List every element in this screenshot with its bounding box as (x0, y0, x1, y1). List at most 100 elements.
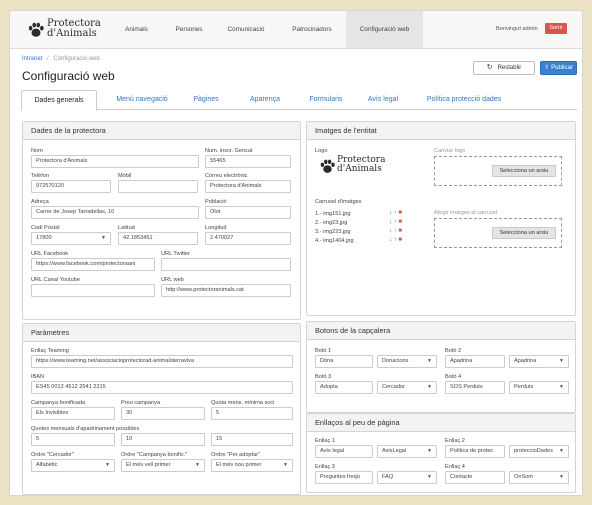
carousel-item: 3.- img223.jpg (315, 229, 351, 235)
trash-icon[interactable]: ■ (398, 219, 402, 225)
boto3-target-select[interactable]: Cercador ▼ (377, 381, 437, 394)
telefon-input[interactable]: 972570120 (31, 180, 111, 193)
boto2-text-input[interactable]: Apadrina (445, 355, 505, 368)
enllac3-text-input[interactable]: Preguntes freqü (315, 471, 373, 484)
quota-option-input[interactable]: 5 (31, 433, 115, 446)
logo-dropzone[interactable]: Selecciona un arxiu (434, 156, 562, 186)
nav-persones[interactable]: Persones (164, 11, 214, 48)
refresh-icon: ↻ (486, 64, 493, 71)
quota-option-input[interactable]: 10 (121, 433, 205, 446)
email-input[interactable]: Protectora d'Animals (205, 180, 291, 193)
panel-enllacos-peu: Enllaços al peu de pàgina Enllaç 1 Avís … (306, 413, 576, 493)
tab-aparenca[interactable]: Aparença (243, 90, 287, 111)
mobil-input[interactable] (118, 180, 198, 193)
nav-animals[interactable]: Animals (109, 11, 164, 48)
ordre-campanya-select[interactable]: El més vell primer ▼ (121, 459, 205, 472)
boto1-label: Botó 1 (315, 348, 332, 354)
longitud-input[interactable]: 2.470027 (205, 232, 291, 245)
enllac4-text-input[interactable]: Contacte (445, 471, 505, 484)
codi-postal-select[interactable]: 17800 ▼ (31, 232, 111, 245)
boto4-text-input[interactable]: SOS Perduts (445, 381, 505, 394)
facebook-input[interactable]: https://www.facebook.com/protectoraani (31, 258, 155, 271)
caret-down-icon: ▼ (105, 462, 110, 468)
nav-configuracio-web[interactable]: Configuració web (346, 11, 423, 48)
move-up-icon[interactable]: ↑ (394, 219, 397, 225)
campanya-input[interactable]: Els Invisibles (31, 407, 115, 420)
enllac2-text-input[interactable]: Política de protec (445, 445, 505, 458)
enllac2-target-select[interactable]: proteccioDades ▼ (509, 445, 569, 458)
caret-down-icon: ▼ (427, 384, 432, 390)
boto1-target-select[interactable]: Donacions ▼ (377, 355, 437, 368)
carousel-dropzone[interactable]: Selecciona un arxiu (434, 218, 562, 248)
caret-down-icon: ▼ (559, 448, 564, 454)
web-input[interactable]: http://www.protectoranimals.cat (161, 284, 291, 297)
caret-down-icon: ▼ (195, 462, 200, 468)
quota-option-input[interactable]: 15 (211, 433, 293, 446)
enllac4-label: Enllaç 4 (445, 464, 465, 470)
move-down-icon[interactable]: ↓ (389, 210, 392, 216)
boto3-text-input[interactable]: Adopta (315, 381, 373, 394)
iban-input[interactable]: ES45 0012 4512 2541 2315 (31, 381, 293, 394)
breadcrumb: Intranet / Configuració web (22, 56, 100, 62)
carousel-item: 2.- img23.jpg (315, 220, 348, 226)
welcome-text: Benvingut admin (496, 26, 538, 32)
campanya-label: Campanya bonificada (31, 400, 86, 406)
tab-menu-navegacio[interactable]: Menú navegació (107, 90, 177, 111)
ordre-cercador-select[interactable]: Alfabètic ▼ (31, 459, 115, 472)
tab-pagines[interactable]: Pàgines (186, 90, 226, 111)
boto3-target-value: Cercador (382, 384, 406, 390)
poblacio-label: Població (205, 199, 227, 205)
ordre-adoptar-select[interactable]: El més nou primer ▼ (211, 459, 293, 472)
move-down-icon[interactable]: ↓ (389, 228, 392, 234)
panel-parametres: Paràmetres Enllaç Teaming https://www.te… (22, 323, 301, 495)
poblacio-input[interactable]: Olot (205, 206, 291, 219)
boto1-text-input[interactable]: Dóna (315, 355, 373, 368)
email-label: Correu electrònic (205, 173, 248, 179)
exit-button[interactable]: Sortir (545, 23, 567, 34)
caret-down-icon: ▼ (427, 358, 432, 364)
inscripcio-input[interactable]: 55465 (205, 155, 291, 168)
enllac3-target-select[interactable]: FAQ ▼ (377, 471, 437, 484)
publish-button[interactable]: ⇧ Publicar (540, 61, 577, 75)
select-logo-file-button[interactable]: Selecciona un arxiu (492, 165, 556, 177)
ordre-cercador-value: Alfabètic (36, 462, 58, 468)
latitud-input[interactable]: 42.1853451 (118, 232, 198, 245)
trash-icon[interactable]: ■ (398, 237, 402, 243)
boto4-target-select[interactable]: Perduts ▼ (509, 381, 569, 394)
trash-icon[interactable]: ■ (398, 210, 402, 216)
ordre-adoptar-value: El més nou primer (216, 462, 262, 468)
enllac1-label: Enllaç 1 (315, 438, 335, 444)
trash-icon[interactable]: ■ (398, 228, 402, 234)
tab-dades-generals[interactable]: Dades generals (21, 90, 97, 111)
move-down-icon[interactable]: ↓ (389, 219, 392, 225)
quota-input[interactable]: 5 (211, 407, 293, 420)
logo[interactable]: Protectora d'Animals (27, 17, 107, 43)
nav-patrocinadors[interactable]: Patrocinadors (278, 11, 346, 48)
tab-politica-proteccio[interactable]: Política protecció dades (416, 90, 512, 111)
restore-button[interactable]: ↻ Restablir (473, 61, 535, 75)
enllac1-text-input[interactable]: Avís legal (315, 445, 373, 458)
enllac4-target-select[interactable]: OnSom ▼ (509, 471, 569, 484)
enllac1-target-select[interactable]: AvisLegal ▼ (377, 445, 437, 458)
tab-formularis[interactable]: Formularis (301, 90, 351, 111)
select-carousel-file-button[interactable]: Selecciona un arxiu (492, 227, 556, 239)
tab-avis-legal[interactable]: Avís legal (361, 90, 405, 111)
adreca-input[interactable]: Carrer de Josep Tarradellas, 10 (31, 206, 199, 219)
nom-input[interactable]: Protectora d'Animals (31, 155, 199, 168)
inscripcio-label: Num. inscr. Gencat (205, 148, 253, 154)
enllac3-target-value: FAQ (382, 474, 394, 480)
caret-down-icon: ▼ (101, 235, 106, 241)
boto2-target-select[interactable]: Apadrina ▼ (509, 355, 569, 368)
boto4-label: Botó 4 (445, 374, 462, 380)
move-up-icon[interactable]: ↑ (394, 210, 397, 216)
breadcrumb-intranet-link[interactable]: Intranet (22, 56, 42, 62)
move-down-icon[interactable]: ↓ (389, 237, 392, 243)
youtube-input[interactable] (31, 284, 155, 297)
move-up-icon[interactable]: ↑ (394, 237, 397, 243)
move-up-icon[interactable]: ↑ (394, 228, 397, 234)
nav-comunicacio[interactable]: Comunicació (214, 11, 278, 48)
teaming-input[interactable]: https://www.teaming.net/associacioprotec… (31, 355, 293, 368)
preu-input[interactable]: 30 (121, 407, 205, 420)
twitter-input[interactable] (161, 258, 291, 271)
web-label: URL web (161, 277, 184, 283)
